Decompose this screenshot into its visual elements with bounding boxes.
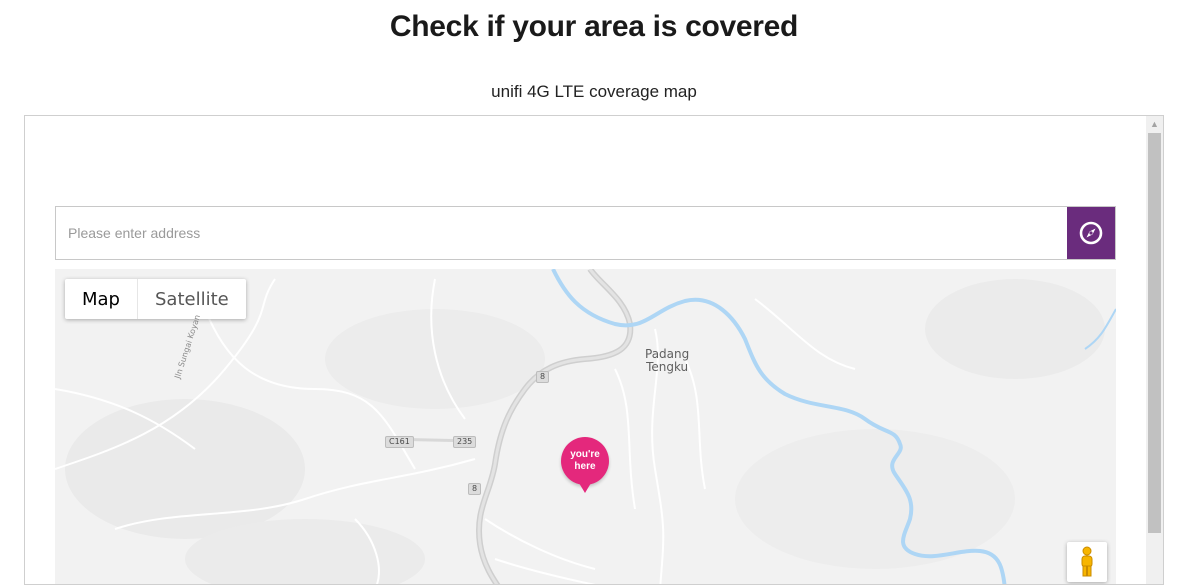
road-shield: 235 [453, 436, 477, 448]
road-shield: 8 [468, 483, 482, 495]
scroll-up-icon[interactable]: ▲ [1146, 116, 1163, 133]
map-type-satellite-button[interactable]: Satellite [138, 279, 246, 319]
town-label: Padang Tengku [645, 347, 690, 374]
you-are-here-marker[interactable]: you're here [561, 437, 609, 493]
road-shield: C161 [385, 436, 414, 448]
map-subtitle: unifi 4G LTE coverage map [491, 82, 697, 101]
vertical-scrollbar[interactable]: ▲ [1146, 116, 1163, 584]
scroll-thumb[interactable] [1148, 133, 1161, 533]
map-type-toggle: Map Satellite [65, 279, 246, 319]
map-type-map-button[interactable]: Map [65, 279, 138, 319]
street-view-button[interactable] [1067, 542, 1107, 582]
pegman-icon [1081, 546, 1093, 577]
coverage-map[interactable]: Map Satellite Jln Sungai Koyan Padang Te… [55, 269, 1116, 584]
locate-button[interactable] [1067, 207, 1115, 259]
address-search-bar [55, 206, 1116, 260]
address-input[interactable] [56, 207, 1067, 259]
page-title: Check if your area is covered [389, 10, 799, 43]
compass-icon [1079, 221, 1103, 245]
road-shield: 8 [536, 371, 550, 383]
coverage-map-frame: Map Satellite Jln Sungai Koyan Padang Te… [24, 115, 1164, 585]
